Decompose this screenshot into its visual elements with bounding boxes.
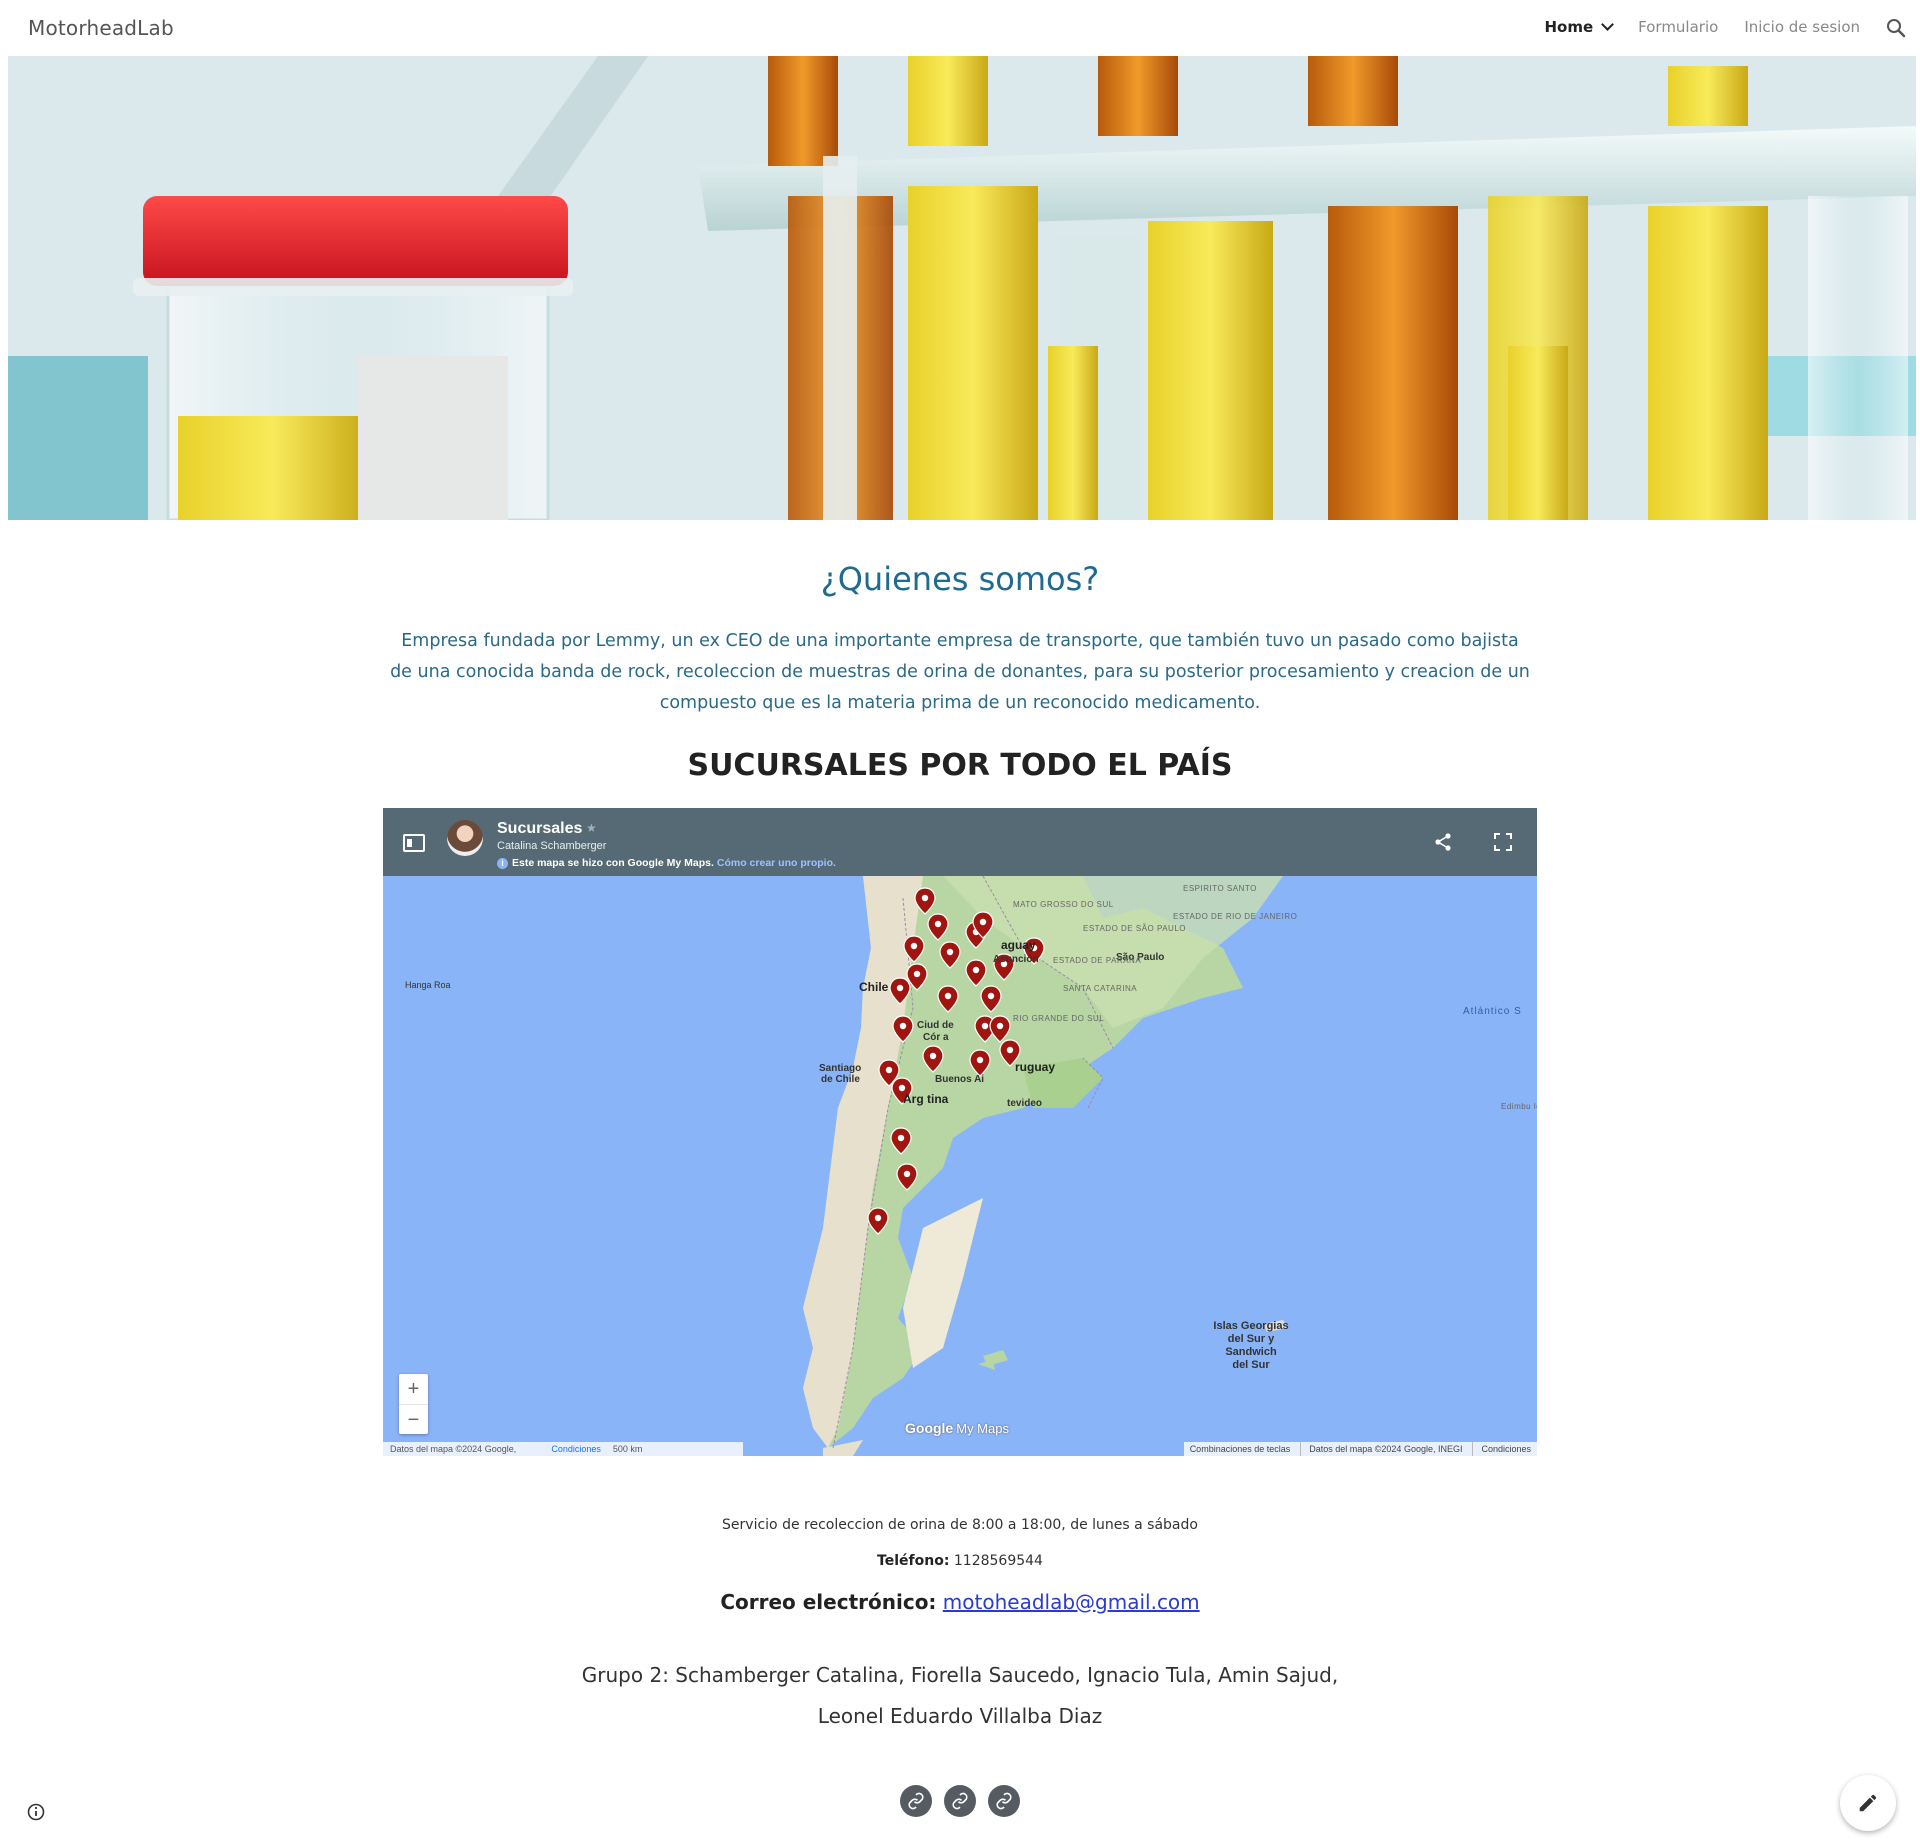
star-icon[interactable]: ★ bbox=[586, 821, 597, 835]
map-marker[interactable] bbox=[903, 935, 925, 963]
link-button-3[interactable] bbox=[988, 1785, 1020, 1817]
map-marker[interactable] bbox=[989, 1015, 1011, 1043]
label-asuncion: Asunción bbox=[993, 954, 1039, 965]
nav-item-home[interactable]: Home bbox=[1544, 18, 1615, 36]
map-attribution-left: Datos del mapa ©2024 Google, INEGI Condi… bbox=[383, 1442, 743, 1456]
link-button-1[interactable] bbox=[900, 1785, 932, 1817]
map-title[interactable]: Sucursales bbox=[497, 820, 582, 838]
link-button-2[interactable] bbox=[944, 1785, 976, 1817]
label-santiago-1: Santiago bbox=[819, 1063, 862, 1074]
link-icon bbox=[952, 1792, 968, 1810]
phone-number: 1128569544 bbox=[953, 1553, 1043, 1569]
site-header: MotorheadLab Home Formulario Inicio de s… bbox=[0, 0, 1920, 56]
label-santa-catarina: SANTA CATARINA bbox=[1063, 984, 1138, 993]
google-my-maps-logo: Google My Maps bbox=[905, 1420, 1009, 1436]
nav-item-home-label: Home bbox=[1544, 18, 1594, 36]
nav-item-formulario[interactable]: Formulario bbox=[1638, 18, 1718, 36]
avatar bbox=[447, 820, 483, 856]
zoom-in-button[interactable]: + bbox=[399, 1374, 428, 1404]
about-heading: ¿Quienes somos? bbox=[820, 560, 1100, 598]
edit-button[interactable] bbox=[1840, 1775, 1896, 1831]
map-marker[interactable] bbox=[939, 941, 961, 969]
zoom-out-button[interactable]: − bbox=[399, 1404, 428, 1434]
service-hours: Servicio de recoleccion de orina de 8:00… bbox=[722, 1517, 1198, 1533]
map-marker[interactable] bbox=[969, 1049, 991, 1077]
label-atlantico: Atlántico S bbox=[1463, 1006, 1522, 1017]
map-marker[interactable] bbox=[889, 977, 911, 1005]
group-members: Grupo 2: Schamberger Catalina, Fiorella … bbox=[0, 1655, 1920, 1737]
main-navigation: Home Formulario Inicio de sesion bbox=[1544, 18, 1860, 36]
label-cordoba-1: Ciud de bbox=[917, 1020, 954, 1031]
label-uruguay: ruguay bbox=[1015, 1060, 1056, 1074]
email-line: Correo electrónico: motoheadlab@gmail.co… bbox=[720, 1590, 1200, 1614]
label-mato-grosso: MATO GROSSO DO SUL bbox=[1013, 900, 1114, 909]
hero-image bbox=[8, 56, 1916, 520]
email-link[interactable]: motoheadlab@gmail.com bbox=[943, 1590, 1200, 1614]
footer-links bbox=[900, 1785, 1020, 1817]
label-santiago-2: de Chile bbox=[821, 1074, 860, 1085]
info-icon: i bbox=[497, 858, 508, 869]
map-author: Catalina Schamberger bbox=[497, 840, 607, 852]
label-chile: Chile bbox=[859, 980, 889, 994]
link-icon bbox=[908, 1792, 924, 1810]
map-marker[interactable] bbox=[922, 1045, 944, 1073]
group-line-2: Leonel Eduardo Villalba Diaz bbox=[817, 1704, 1103, 1728]
group-line-1: Grupo 2: Schamberger Catalina, Fiorella … bbox=[581, 1663, 1339, 1687]
map-marker[interactable] bbox=[927, 913, 949, 941]
branches-heading: SUCURSALES POR TODO EL PAÍS bbox=[687, 748, 1233, 783]
pencil-icon bbox=[1859, 1794, 1877, 1812]
label-paraguay: aguay bbox=[1001, 938, 1036, 952]
terms-link-right[interactable]: Condiciones bbox=[1472, 1442, 1531, 1456]
about-paragraph: Empresa fundada por Lemmy, un ex CEO de … bbox=[390, 631, 1530, 713]
branch-markers bbox=[867, 887, 1045, 1235]
terms-link[interactable]: Condiciones bbox=[551, 1442, 601, 1456]
map-marker[interactable] bbox=[896, 1163, 918, 1191]
keyboard-shortcuts-link[interactable]: Combinaciones de teclas bbox=[1190, 1442, 1291, 1456]
info-icon[interactable] bbox=[26, 1802, 46, 1822]
map-marker[interactable] bbox=[867, 1207, 889, 1235]
site-title[interactable]: MotorheadLab bbox=[28, 16, 174, 40]
scale-label: 500 km bbox=[613, 1442, 743, 1456]
phone-line: Teléfono: 1128569544 bbox=[877, 1553, 1043, 1569]
map-marker[interactable] bbox=[892, 1015, 914, 1043]
map-header: Sucursales ★ Catalina Schamberger i Este … bbox=[383, 808, 1537, 876]
label-montevideo: tevideo bbox=[1007, 1098, 1043, 1109]
label-estado-rj: ESTADO DE RIO DE JANEIRO bbox=[1173, 912, 1298, 921]
label-islas-georgias: Islas Georgias del Sur y Sandwich del Su… bbox=[1213, 1320, 1289, 1371]
search-icon[interactable] bbox=[1884, 16, 1908, 40]
map-marker[interactable] bbox=[965, 959, 987, 987]
embedded-map[interactable]: Hanga Roa Chile aguay Asunción São Paulo… bbox=[383, 808, 1537, 1456]
label-edimbu: Edimbu los Siete bbox=[1501, 1102, 1537, 1111]
label-estado-parana: ESTADO DE PARANÁ bbox=[1053, 956, 1142, 965]
lab-test-tubes-illustration bbox=[8, 56, 1916, 520]
share-icon[interactable] bbox=[1433, 832, 1453, 852]
map-marker[interactable] bbox=[890, 1127, 912, 1155]
label-hanga-roa: Hanga Roa bbox=[405, 980, 451, 990]
label-estado-sp: ESTADO DE SÃO PAULO bbox=[1083, 924, 1187, 933]
label-argentina: Arg tina bbox=[903, 1092, 949, 1106]
label-cordoba-2: Cór a bbox=[923, 1032, 949, 1043]
map-attribution-right: Combinaciones de teclas Datos del mapa ©… bbox=[1183, 1442, 1537, 1456]
map-legend-toggle-icon[interactable] bbox=[403, 834, 425, 852]
fullscreen-icon[interactable] bbox=[1493, 832, 1513, 852]
map-marker[interactable] bbox=[914, 887, 936, 915]
map-notice: i Este mapa se hizo con Google My Maps. Có… bbox=[497, 857, 836, 869]
nav-item-inicio-sesion[interactable]: Inicio de sesion bbox=[1744, 18, 1860, 36]
label-espirito-santo: ESPIRITO SANTO bbox=[1183, 884, 1257, 893]
label-buenos-aires: Buenos Ai bbox=[935, 1074, 985, 1085]
create-map-link[interactable]: Cómo crear uno propio. bbox=[717, 857, 836, 869]
link-icon bbox=[996, 1792, 1012, 1810]
map-marker[interactable] bbox=[980, 985, 1002, 1013]
chevron-down-icon[interactable] bbox=[1601, 18, 1615, 31]
zoom-controls: + − bbox=[399, 1374, 428, 1434]
label-rio-grande: RIO GRANDE DO SUL bbox=[1013, 1014, 1105, 1023]
map-marker[interactable] bbox=[937, 985, 959, 1013]
